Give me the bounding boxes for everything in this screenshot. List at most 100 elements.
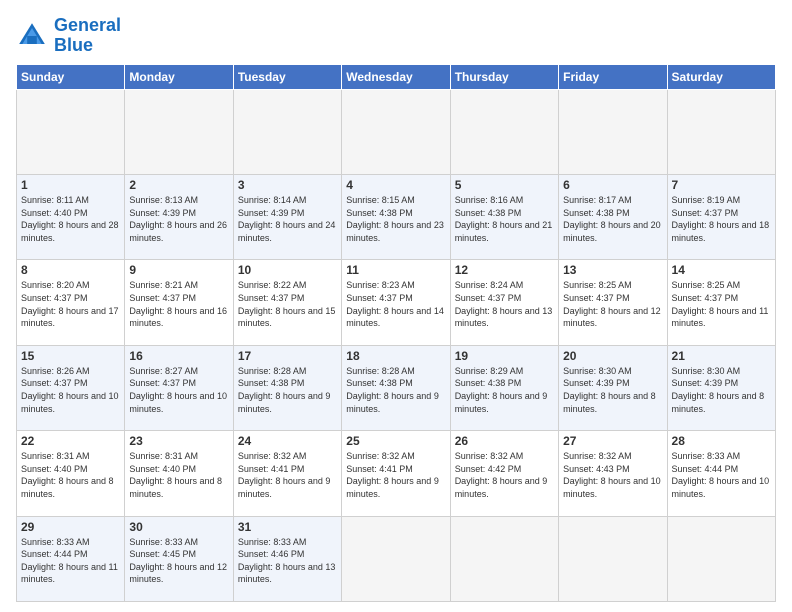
day-number: 9 [129,263,228,277]
day-info: Sunrise: 8:33 AM Sunset: 4:44 PM Dayligh… [21,536,120,586]
header: GeneralBlue [16,16,776,56]
calendar-cell: 7 Sunrise: 8:19 AM Sunset: 4:37 PM Dayli… [667,174,775,259]
day-number: 14 [672,263,771,277]
day-number: 20 [563,349,662,363]
calendar-cell [233,89,341,174]
calendar-header-sunday: Sunday [17,64,125,89]
day-info: Sunrise: 8:33 AM Sunset: 4:44 PM Dayligh… [672,450,771,500]
calendar-cell: 3 Sunrise: 8:14 AM Sunset: 4:39 PM Dayli… [233,174,341,259]
calendar-cell: 1 Sunrise: 8:11 AM Sunset: 4:40 PM Dayli… [17,174,125,259]
calendar-week-1: 1 Sunrise: 8:11 AM Sunset: 4:40 PM Dayli… [17,174,776,259]
calendar-header-friday: Friday [559,64,667,89]
calendar-cell [667,516,775,601]
calendar-header-row: SundayMondayTuesdayWednesdayThursdayFrid… [17,64,776,89]
calendar-cell: 31 Sunrise: 8:33 AM Sunset: 4:46 PM Dayl… [233,516,341,601]
day-info: Sunrise: 8:32 AM Sunset: 4:41 PM Dayligh… [346,450,445,500]
calendar-cell [450,89,558,174]
day-number: 2 [129,178,228,192]
calendar-cell: 2 Sunrise: 8:13 AM Sunset: 4:39 PM Dayli… [125,174,233,259]
calendar-cell: 21 Sunrise: 8:30 AM Sunset: 4:39 PM Dayl… [667,345,775,430]
day-info: Sunrise: 8:30 AM Sunset: 4:39 PM Dayligh… [672,365,771,415]
calendar-cell: 14 Sunrise: 8:25 AM Sunset: 4:37 PM Dayl… [667,260,775,345]
calendar-cell [450,516,558,601]
calendar-header-thursday: Thursday [450,64,558,89]
logo-icon [16,20,48,52]
calendar-week-2: 8 Sunrise: 8:20 AM Sunset: 4:37 PM Dayli… [17,260,776,345]
day-number: 28 [672,434,771,448]
day-number: 7 [672,178,771,192]
calendar-cell: 17 Sunrise: 8:28 AM Sunset: 4:38 PM Dayl… [233,345,341,430]
day-number: 24 [238,434,337,448]
calendar-cell: 4 Sunrise: 8:15 AM Sunset: 4:38 PM Dayli… [342,174,450,259]
day-number: 12 [455,263,554,277]
day-info: Sunrise: 8:15 AM Sunset: 4:38 PM Dayligh… [346,194,445,244]
calendar-cell: 22 Sunrise: 8:31 AM Sunset: 4:40 PM Dayl… [17,431,125,516]
day-info: Sunrise: 8:22 AM Sunset: 4:37 PM Dayligh… [238,279,337,329]
day-info: Sunrise: 8:29 AM Sunset: 4:38 PM Dayligh… [455,365,554,415]
calendar-cell: 23 Sunrise: 8:31 AM Sunset: 4:40 PM Dayl… [125,431,233,516]
day-number: 17 [238,349,337,363]
calendar-cell [125,89,233,174]
calendar-cell: 20 Sunrise: 8:30 AM Sunset: 4:39 PM Dayl… [559,345,667,430]
day-info: Sunrise: 8:30 AM Sunset: 4:39 PM Dayligh… [563,365,662,415]
calendar-cell [667,89,775,174]
day-number: 30 [129,520,228,534]
calendar-cell: 18 Sunrise: 8:28 AM Sunset: 4:38 PM Dayl… [342,345,450,430]
calendar-cell: 24 Sunrise: 8:32 AM Sunset: 4:41 PM Dayl… [233,431,341,516]
calendar-cell [342,89,450,174]
day-info: Sunrise: 8:11 AM Sunset: 4:40 PM Dayligh… [21,194,120,244]
calendar-cell: 16 Sunrise: 8:27 AM Sunset: 4:37 PM Dayl… [125,345,233,430]
calendar-header-wednesday: Wednesday [342,64,450,89]
day-number: 18 [346,349,445,363]
calendar-cell: 9 Sunrise: 8:21 AM Sunset: 4:37 PM Dayli… [125,260,233,345]
calendar-cell: 26 Sunrise: 8:32 AM Sunset: 4:42 PM Dayl… [450,431,558,516]
calendar-header-tuesday: Tuesday [233,64,341,89]
day-number: 21 [672,349,771,363]
calendar-cell: 6 Sunrise: 8:17 AM Sunset: 4:38 PM Dayli… [559,174,667,259]
calendar-cell: 10 Sunrise: 8:22 AM Sunset: 4:37 PM Dayl… [233,260,341,345]
day-info: Sunrise: 8:19 AM Sunset: 4:37 PM Dayligh… [672,194,771,244]
day-info: Sunrise: 8:24 AM Sunset: 4:37 PM Dayligh… [455,279,554,329]
logo: GeneralBlue [16,16,121,56]
calendar-cell: 12 Sunrise: 8:24 AM Sunset: 4:37 PM Dayl… [450,260,558,345]
day-info: Sunrise: 8:25 AM Sunset: 4:37 PM Dayligh… [563,279,662,329]
day-info: Sunrise: 8:25 AM Sunset: 4:37 PM Dayligh… [672,279,771,329]
day-info: Sunrise: 8:33 AM Sunset: 4:46 PM Dayligh… [238,536,337,586]
logo-text: GeneralBlue [54,16,121,56]
day-info: Sunrise: 8:32 AM Sunset: 4:41 PM Dayligh… [238,450,337,500]
calendar-header-saturday: Saturday [667,64,775,89]
day-number: 1 [21,178,120,192]
day-info: Sunrise: 8:23 AM Sunset: 4:37 PM Dayligh… [346,279,445,329]
day-number: 6 [563,178,662,192]
calendar-cell: 27 Sunrise: 8:32 AM Sunset: 4:43 PM Dayl… [559,431,667,516]
calendar-cell: 13 Sunrise: 8:25 AM Sunset: 4:37 PM Dayl… [559,260,667,345]
calendar-cell [559,516,667,601]
calendar-header-monday: Monday [125,64,233,89]
day-number: 8 [21,263,120,277]
day-number: 31 [238,520,337,534]
day-info: Sunrise: 8:16 AM Sunset: 4:38 PM Dayligh… [455,194,554,244]
day-info: Sunrise: 8:31 AM Sunset: 4:40 PM Dayligh… [129,450,228,500]
calendar: SundayMondayTuesdayWednesdayThursdayFrid… [16,64,776,602]
calendar-cell [342,516,450,601]
day-info: Sunrise: 8:27 AM Sunset: 4:37 PM Dayligh… [129,365,228,415]
day-info: Sunrise: 8:26 AM Sunset: 4:37 PM Dayligh… [21,365,120,415]
day-info: Sunrise: 8:14 AM Sunset: 4:39 PM Dayligh… [238,194,337,244]
day-number: 4 [346,178,445,192]
day-number: 5 [455,178,554,192]
day-number: 29 [21,520,120,534]
day-info: Sunrise: 8:32 AM Sunset: 4:42 PM Dayligh… [455,450,554,500]
day-number: 10 [238,263,337,277]
page: GeneralBlue SundayMondayTuesdayWednesday… [0,0,792,612]
day-number: 11 [346,263,445,277]
day-info: Sunrise: 8:28 AM Sunset: 4:38 PM Dayligh… [238,365,337,415]
calendar-cell: 5 Sunrise: 8:16 AM Sunset: 4:38 PM Dayli… [450,174,558,259]
day-number: 22 [21,434,120,448]
day-number: 25 [346,434,445,448]
day-number: 27 [563,434,662,448]
day-info: Sunrise: 8:17 AM Sunset: 4:38 PM Dayligh… [563,194,662,244]
day-number: 13 [563,263,662,277]
calendar-cell: 25 Sunrise: 8:32 AM Sunset: 4:41 PM Dayl… [342,431,450,516]
calendar-cell: 29 Sunrise: 8:33 AM Sunset: 4:44 PM Dayl… [17,516,125,601]
calendar-week-5: 29 Sunrise: 8:33 AM Sunset: 4:44 PM Dayl… [17,516,776,601]
